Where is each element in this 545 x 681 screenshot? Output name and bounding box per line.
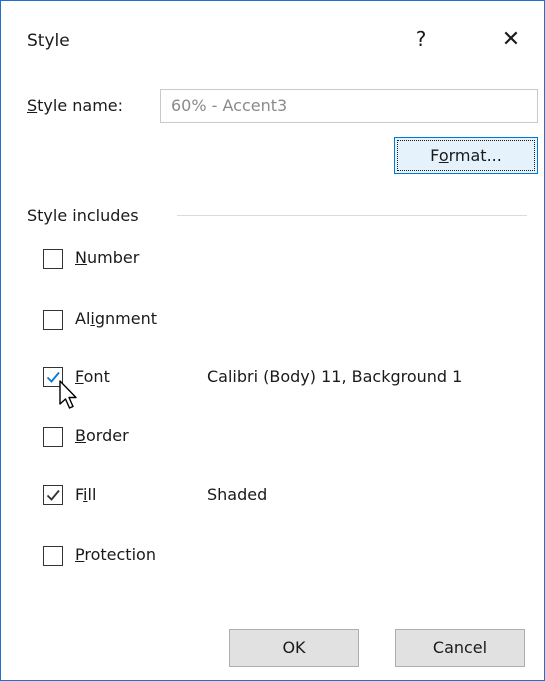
section-divider [177,215,527,216]
fill-description: Shaded [207,485,268,504]
close-icon[interactable]: ✕ [497,27,525,55]
ok-button[interactable]: OK [229,629,359,667]
protection-checkbox[interactable] [43,546,63,566]
help-icon[interactable]: ? [411,27,431,55]
alignment-checkbox[interactable] [43,310,63,330]
style-dialog: Style ? ✕ Style name: 60% - Accent3 Form… [0,0,545,681]
dialog-title: Style [27,31,70,51]
format-button[interactable]: Format... [394,137,538,174]
border-label[interactable]: Border [75,426,129,445]
fill-checkbox[interactable] [43,485,63,505]
alignment-label[interactable]: Alignment [75,309,157,328]
number-checkbox[interactable] [43,249,63,269]
border-checkbox[interactable] [43,427,63,447]
number-label[interactable]: Number [75,248,139,267]
fill-label[interactable]: Fill [75,485,96,504]
style-name-field[interactable]: 60% - Accent3 [160,89,538,123]
format-button-label: Format... [397,140,535,171]
style-includes-heading: Style includes [27,206,139,225]
cancel-button[interactable]: Cancel [395,629,525,667]
checkmark-icon [46,489,60,501]
font-description: Calibri (Body) 11, Background 1 [207,367,463,386]
protection-label[interactable]: Protection [75,545,156,564]
mouse-pointer-icon [59,380,77,409]
style-name-label: Style name: [27,96,124,115]
title-bar: Style ? ✕ [1,1,544,81]
